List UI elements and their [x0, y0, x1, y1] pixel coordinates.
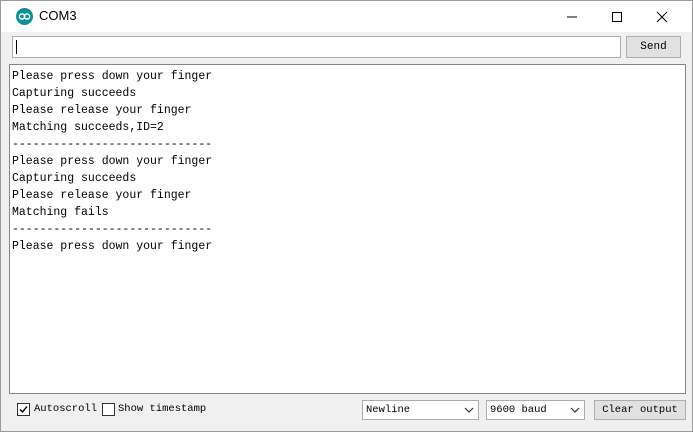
output-line: Please press down your finger: [12, 240, 213, 253]
clear-output-button[interactable]: Clear output: [594, 400, 686, 420]
output-line: Please release your finger: [12, 189, 192, 202]
line-ending-select[interactable]: Newline: [362, 400, 479, 420]
text-caret: [16, 40, 17, 54]
close-icon: [656, 11, 668, 22]
show-timestamp-label[interactable]: Show timestamp: [118, 403, 206, 415]
chevron-down-icon: [570, 407, 580, 413]
serial-output-area[interactable]: Please press down your finger Capturing s…: [9, 64, 686, 394]
output-line: Please release your finger: [12, 104, 192, 117]
output-line: Please press down your finger: [12, 70, 213, 83]
baud-rate-value: 9600 baud: [490, 404, 547, 416]
autoscroll-label[interactable]: Autoscroll: [34, 403, 97, 415]
output-line: Matching fails: [12, 206, 109, 219]
minimize-icon: [567, 16, 577, 17]
send-button[interactable]: Send: [626, 36, 681, 58]
baud-rate-select[interactable]: 9600 baud: [486, 400, 585, 420]
close-button[interactable]: [639, 1, 685, 32]
send-input[interactable]: [12, 36, 621, 58]
checkmark-icon: [19, 406, 28, 414]
serial-monitor-window: COM3 Send Please press down your finger C…: [0, 0, 693, 432]
line-ending-value: Newline: [366, 404, 411, 416]
output-line: -----------------------------: [12, 138, 213, 151]
autoscroll-checkbox[interactable]: [17, 403, 30, 416]
maximize-button[interactable]: [594, 1, 640, 32]
maximize-icon: [612, 11, 622, 22]
output-line: Capturing succeeds: [12, 172, 137, 185]
output-line: -----------------------------: [12, 223, 213, 236]
output-line: Capturing succeeds: [12, 87, 137, 100]
minimize-button[interactable]: [549, 1, 595, 32]
window-title: COM3: [39, 8, 77, 23]
chevron-down-icon: [464, 407, 474, 413]
title-bar: COM3: [1, 1, 692, 32]
output-line: Please press down your finger: [12, 155, 213, 168]
output-line: Matching succeeds,ID=2: [12, 121, 164, 134]
footer-bar: Autoscroll Show timestamp Newline 9600 b…: [1, 394, 692, 431]
output-lines: Please press down your finger Capturing s…: [12, 68, 212, 255]
arduino-infinity-icon: [16, 8, 33, 25]
show-timestamp-checkbox[interactable]: [102, 403, 115, 416]
